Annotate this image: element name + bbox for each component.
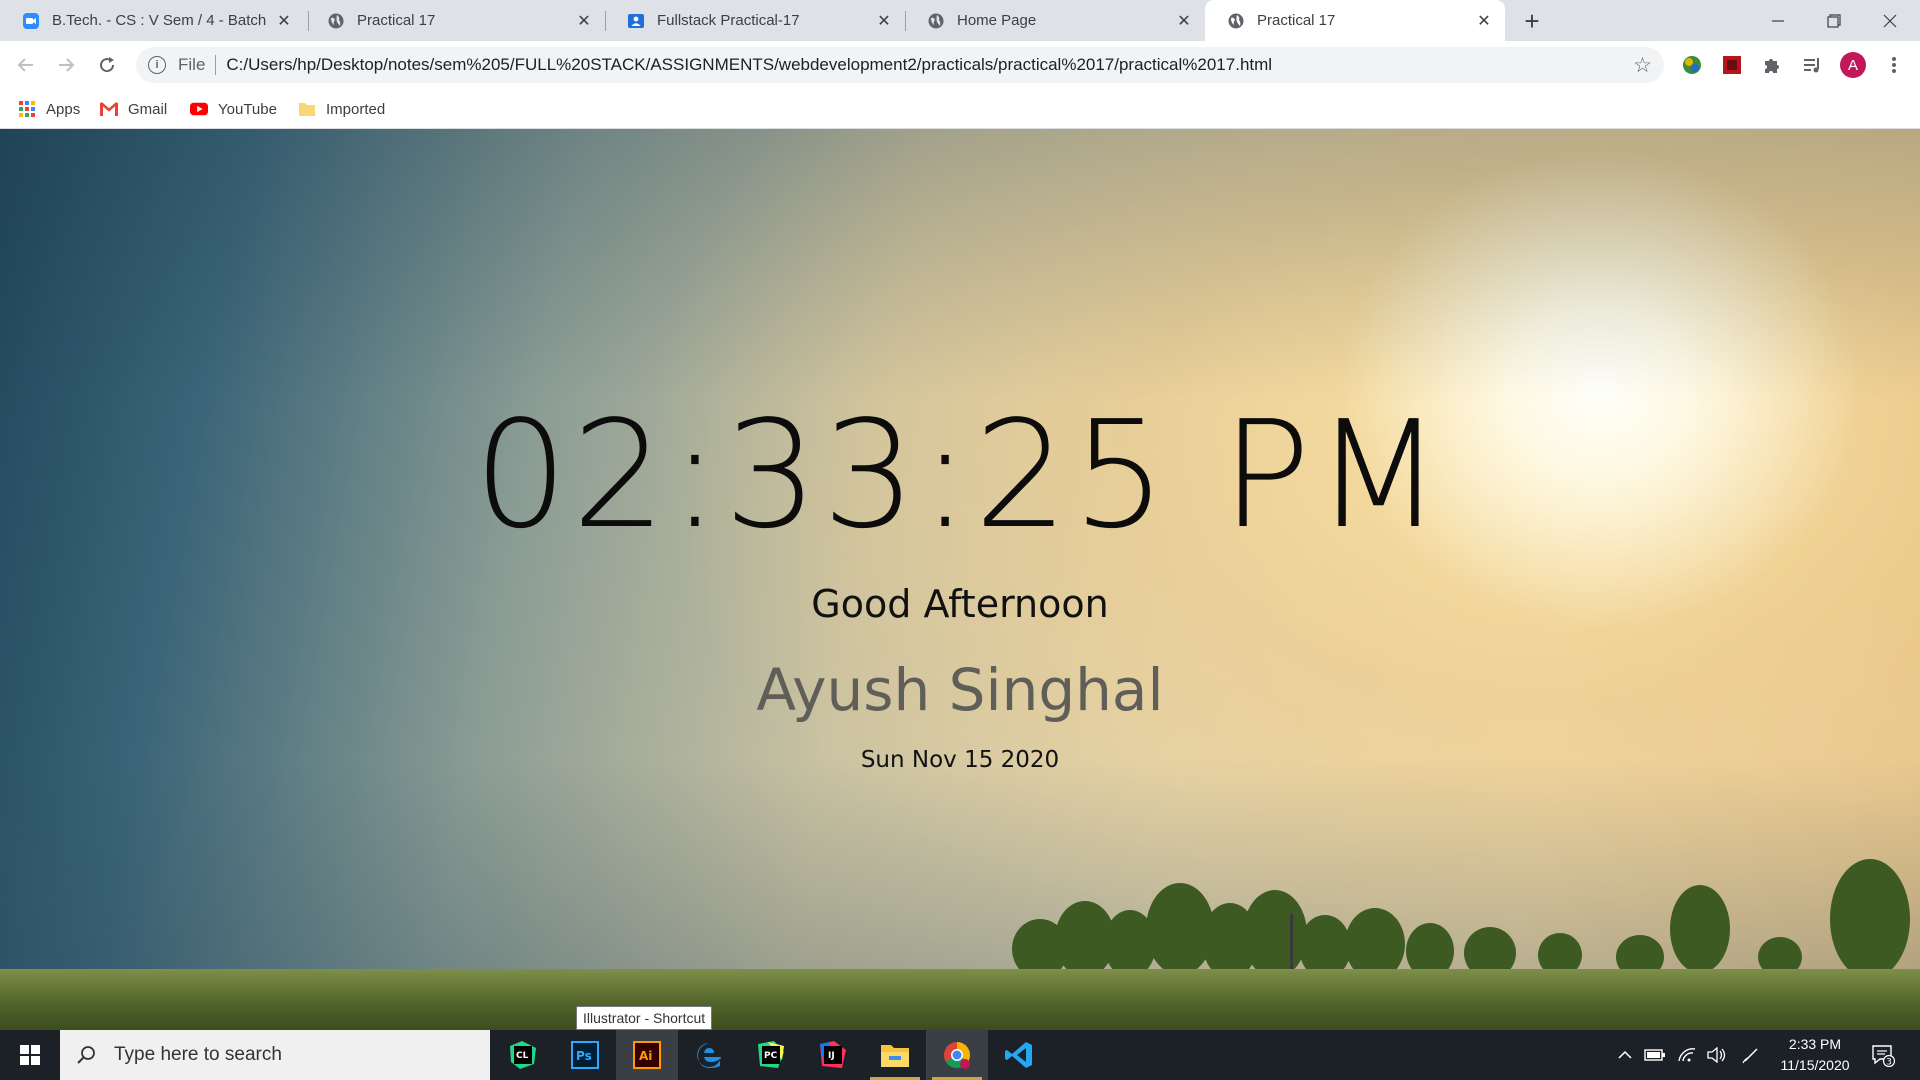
back-button[interactable] <box>10 49 42 81</box>
clion-icon[interactable]: CL <box>492 1030 554 1080</box>
address-bar[interactable]: i File C:/Users/hp/Desktop/notes/sem%205… <box>136 47 1664 83</box>
current-date: Sun Nov 15 2020 <box>860 747 1060 773</box>
url-scheme: File <box>178 55 206 74</box>
bookmark-label: Imported <box>326 100 386 118</box>
tab-practical-17[interactable]: Practical 17 ✕ <box>305 0 605 41</box>
svg-text:PC: PC <box>764 1051 778 1061</box>
tab-home-page[interactable]: Home Page ✕ <box>905 0 1205 41</box>
url-divider <box>215 55 217 75</box>
battery-icon[interactable] <box>1640 1030 1670 1080</box>
vscode-icon[interactable] <box>988 1030 1050 1080</box>
bookmark-star-icon[interactable]: ☆ <box>1633 53 1652 78</box>
forward-button[interactable] <box>50 49 82 81</box>
pen-ink-icon[interactable] <box>1736 1030 1766 1080</box>
close-tab-icon[interactable]: ✕ <box>1175 12 1193 30</box>
wifi-icon[interactable] <box>1672 1030 1702 1080</box>
tab-title: Fullstack Practical-17 <box>657 12 800 29</box>
classroom-icon <box>627 12 645 30</box>
bookmark-youtube[interactable]: YouTube <box>190 98 277 120</box>
close-tab-icon[interactable]: ✕ <box>275 12 293 30</box>
bookmark-label: Gmail <box>128 100 168 118</box>
search-icon <box>74 1043 98 1067</box>
folder-icon <box>298 100 316 118</box>
system-clock[interactable]: 2:33 PM 11/15/2020 <box>1770 1034 1860 1076</box>
globe-icon <box>1227 12 1245 30</box>
tab-title: Practical 17 <box>1257 12 1336 29</box>
new-tab-button[interactable]: + <box>1518 6 1546 36</box>
minimize-button[interactable] <box>1750 0 1806 41</box>
notification-center-icon[interactable]: 3 <box>1866 1038 1900 1072</box>
bookmark-imported[interactable]: Imported <box>298 98 385 120</box>
url-text[interactable]: C:/Users/hp/Desktop/notes/sem%205/FULL%2… <box>226 55 1633 75</box>
file-explorer-icon[interactable] <box>864 1030 926 1080</box>
svg-text:CL: CL <box>516 1051 529 1061</box>
browser-menu-icon[interactable] <box>1880 51 1908 79</box>
landscape-treeline <box>0 859 1920 1030</box>
bookmark-label: YouTube <box>218 100 277 118</box>
close-tab-icon[interactable]: ✕ <box>1475 12 1493 30</box>
bookmark-gmail[interactable]: Gmail <box>100 98 167 120</box>
tab-strip: B.Tech. - CS : V Sem / 4 - Batches ✕ Pra… <box>0 0 1920 41</box>
gmail-icon <box>100 100 118 118</box>
apps-grid-icon <box>18 100 36 118</box>
tab-title: B.Tech. - CS : V Sem / 4 - Batches <box>52 12 267 29</box>
bookmark-apps[interactable]: Apps <box>18 98 80 120</box>
illustrator-icon[interactable]: Ai <box>616 1030 678 1080</box>
notification-count: 3 <box>1886 1058 1892 1068</box>
close-window-button[interactable] <box>1862 0 1918 41</box>
tab-title: Practical 17 <box>357 12 436 29</box>
svg-text:IJ: IJ <box>828 1051 835 1061</box>
chrome-icon[interactable] <box>926 1030 988 1080</box>
restore-button[interactable] <box>1806 0 1862 41</box>
profile-avatar[interactable]: A <box>1840 52 1866 78</box>
tab-title: Home Page <box>957 12 1037 29</box>
svg-text:Ps: Ps <box>576 1049 592 1063</box>
edge-icon[interactable] <box>678 1030 740 1080</box>
bookmark-label: Apps <box>46 100 81 118</box>
bookmarks-bar: Apps Gmail YouTube Imported <box>0 89 1920 129</box>
user-name: Ayush Singhal <box>756 656 1164 724</box>
system-date: 11/15/2020 <box>1780 1057 1850 1073</box>
zoom-icon <box>22 12 40 30</box>
tab-zoom-batches[interactable]: B.Tech. - CS : V Sem / 4 - Batches ✕ <box>0 0 305 41</box>
globe-icon <box>327 12 345 30</box>
greeting-text: Good Afternoon <box>811 582 1109 626</box>
pycharm-icon[interactable]: PC <box>740 1030 802 1080</box>
volume-icon[interactable] <box>1702 1030 1732 1080</box>
extension-globe-icon[interactable] <box>1678 51 1706 79</box>
svg-text:Ai: Ai <box>639 1049 652 1063</box>
extensions-puzzle-icon[interactable] <box>1758 51 1786 79</box>
search-placeholder: Type here to search <box>114 1044 282 1065</box>
page-background: 02:33:25 PM Good Afternoon Ayush Singhal… <box>0 129 1920 1030</box>
windows-taskbar: Type here to search CL Ps Ai PC IJ 2:33 <box>0 1030 1920 1080</box>
windows-logo-icon <box>20 1045 40 1065</box>
tab-practical-17-active[interactable]: Practical 17 ✕ <box>1205 0 1505 41</box>
reload-button[interactable] <box>91 49 123 81</box>
site-info-icon[interactable]: i <box>148 56 166 74</box>
taskbar-tooltip: Illustrator - Shortcut <box>576 1006 713 1030</box>
intellij-icon[interactable]: IJ <box>802 1030 864 1080</box>
system-time: 2:33 PM <box>1788 1036 1842 1052</box>
tab-fullstack-practical[interactable]: Fullstack Practical-17 ✕ <box>605 0 905 41</box>
globe-icon <box>927 12 945 30</box>
media-control-icon[interactable] <box>1798 51 1826 79</box>
close-tab-icon[interactable]: ✕ <box>575 12 593 30</box>
show-hidden-icons-chevron[interactable] <box>1612 1030 1638 1080</box>
ground <box>0 969 1920 1030</box>
browser-toolbar: i File C:/Users/hp/Desktop/notes/sem%205… <box>0 41 1920 89</box>
photoshop-icon[interactable]: Ps <box>554 1030 616 1080</box>
youtube-icon <box>190 100 208 118</box>
extension-red-icon[interactable] <box>1718 51 1746 79</box>
close-tab-icon[interactable]: ✕ <box>875 12 893 30</box>
taskbar-search-box[interactable]: Type here to search <box>60 1030 490 1080</box>
start-button[interactable] <box>0 1030 60 1080</box>
clock-time: 02:33:25 PM <box>473 389 1447 561</box>
